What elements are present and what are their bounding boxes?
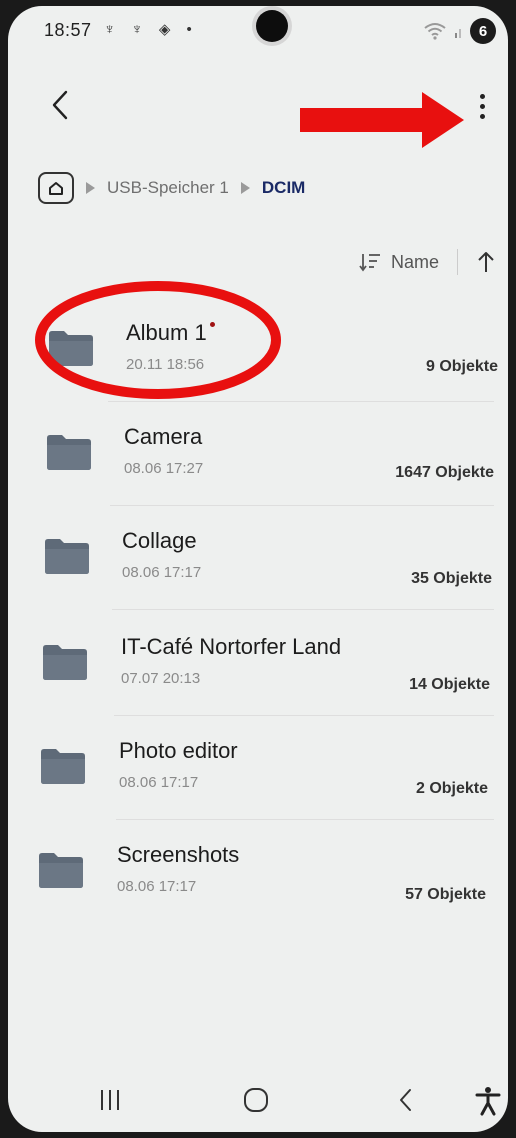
status-bar: 18:57 ♆ ♆ ◈ • 6 [8,6,508,56]
folder-list-item[interactable]: Screenshots 08.06 17:17 57 Objekte [8,820,508,924]
status-right-group: 6 [424,18,496,44]
folder-date: 08.06 17:17 [119,774,199,791]
folder-date: 08.06 17:17 [117,878,197,895]
folder-name: Camera [124,424,203,449]
sort-divider [457,249,458,275]
signal-icon [455,29,461,38]
navigation-bar [8,1068,508,1132]
more-dot [479,103,485,109]
folder-item-count: 9 Objekte [425,358,498,375]
folder-date: 08.06 17:27 [124,460,204,477]
status-time: 18:57 [44,20,92,40]
status-notification-icons: ♆ ♆ ◈ • [104,21,198,38]
chevron-left-icon [52,90,68,120]
folder-name: Screenshots [117,842,240,867]
folder-item-count: 35 Objekte [411,570,492,587]
list-divider [112,609,494,610]
folder-name: IT-Café Nortorfer Land [121,634,342,659]
folder-item-count: 14 Objekte [409,676,490,693]
breadcrumb-item-usb[interactable]: USB-Speicher 1 [107,178,229,198]
folder-list-item[interactable]: IT-Café Nortorfer Land 07.07 20:13 14 Obje… [8,612,508,716]
folder-icon [43,645,87,680]
folder-name: Collage [122,528,197,553]
breadcrumb: USB-Speicher 1 DCIM [38,170,305,206]
back-icon[interactable] [390,1084,422,1116]
breadcrumb-home-button[interactable] [38,172,74,204]
folder-icon [45,539,89,574]
home-icon[interactable] [240,1084,272,1116]
home-icon [49,182,63,195]
battery-badge: 6 [470,18,496,44]
folder-list-item[interactable]: Camera 08.06 17:27 1647 Objekte [8,402,508,506]
folder-icon [41,749,85,784]
folder-list-item[interactable]: Collage 08.06 17:17 35 Objekte [8,506,508,610]
red-circle-annotation [35,281,281,399]
back-button[interactable] [44,88,78,122]
arrow-up-icon[interactable] [476,250,496,274]
folder-item-count: 57 Objekte [405,886,486,903]
wifi-icon [424,23,446,40]
recent-apps-icon[interactable] [94,1084,126,1116]
folder-item-count: 1647 Objekte [395,464,494,481]
breadcrumb-separator-icon [240,182,250,194]
red-arrow-annotation [300,92,464,148]
folder-date: 07.07 20:13 [121,670,201,687]
sort-bar: Name [359,246,496,278]
more-dot [479,113,485,119]
phone-screen: 18:57 ♆ ♆ ◈ • 6 USB-Speicher 1 DCIM Name… [8,6,508,1132]
sort-list-icon[interactable] [359,252,381,272]
breadcrumb-separator-icon [86,182,95,194]
sort-by-name-button[interactable]: Name [391,252,439,273]
folder-icon [39,853,83,888]
folder-list-item[interactable]: Photo editor 08.06 17:17 2 Objekte [8,716,508,820]
folder-name: Photo editor [119,738,238,763]
more-vertical-icon [479,93,485,99]
more-options-button[interactable] [468,88,496,124]
folder-icon [47,435,91,470]
folder-date: 08.06 17:17 [122,564,202,581]
folder-item-count: 2 Objekte [415,780,488,797]
front-camera [256,10,288,42]
accessibility-icon[interactable] [472,1084,504,1116]
breadcrumb-item-current[interactable]: DCIM [262,178,305,198]
